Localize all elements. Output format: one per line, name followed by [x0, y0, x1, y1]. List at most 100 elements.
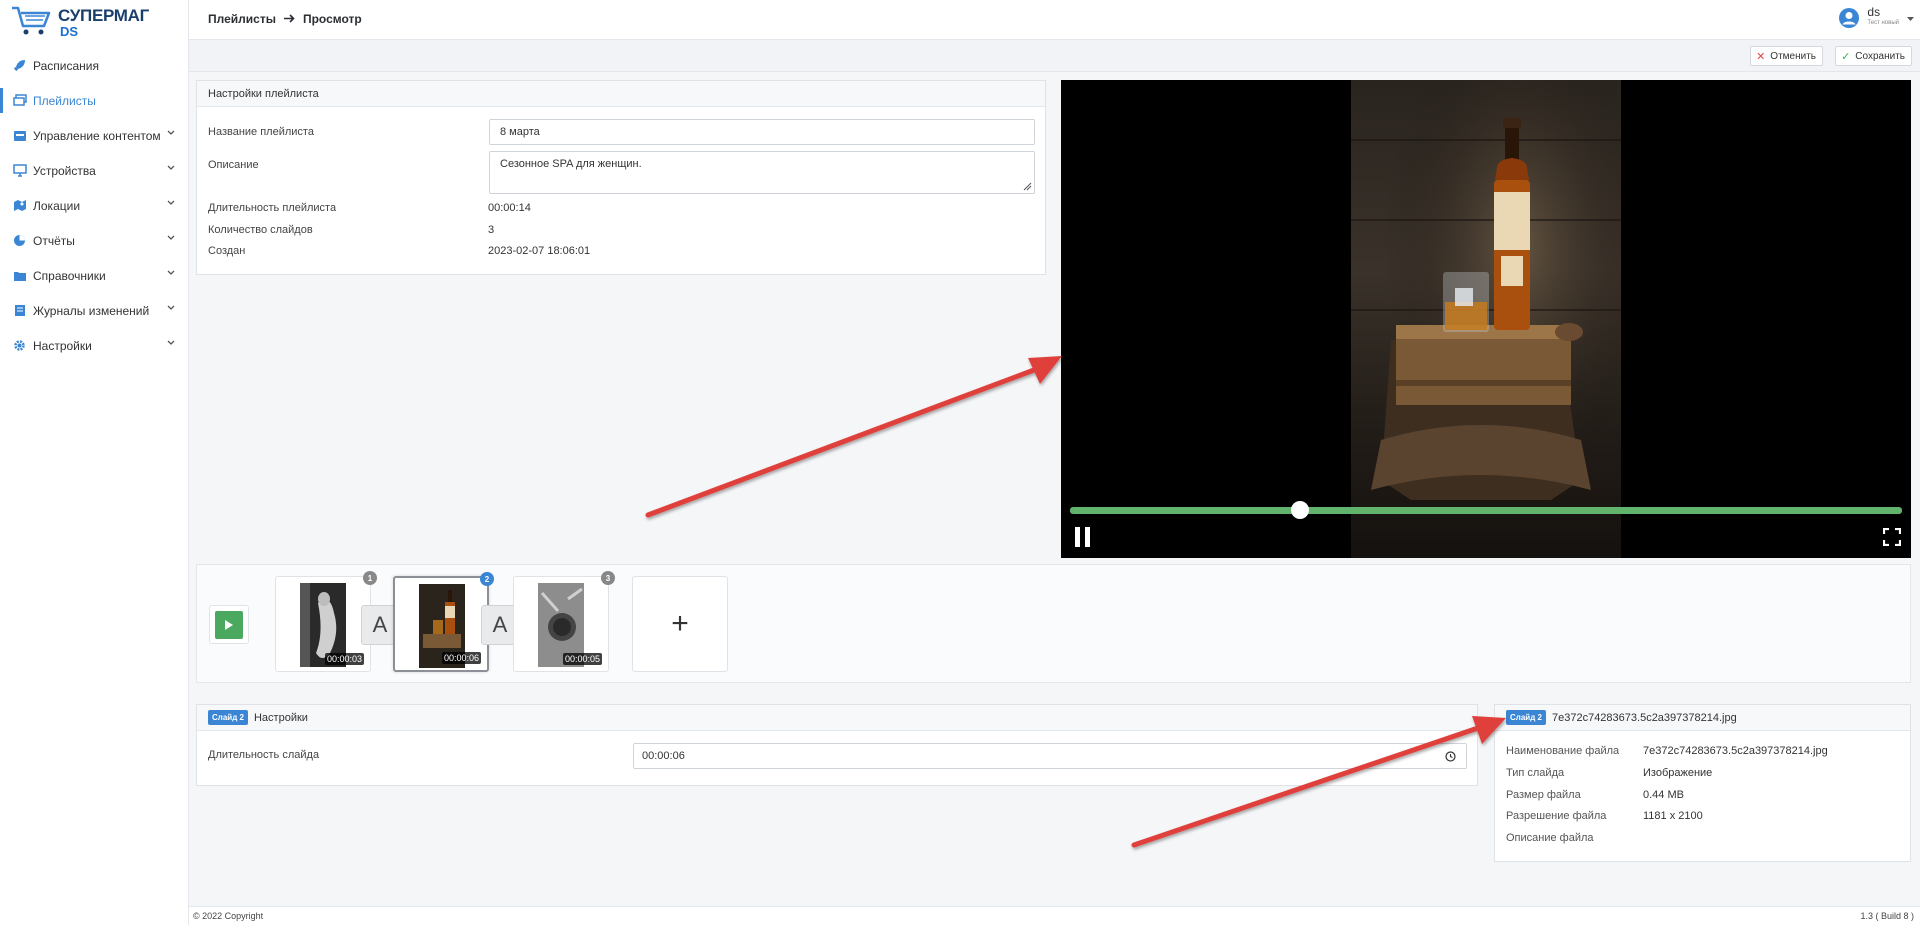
gear-icon: [12, 338, 27, 353]
playlist-settings-panel: Настройки плейлиста Название плейлиста 8…: [196, 80, 1046, 275]
created-value: 2023-02-07 18:06:01: [488, 245, 591, 257]
build-version: 1.3 ( Build 8 ): [1860, 911, 1914, 921]
clock-icon[interactable]: [1445, 751, 1456, 762]
sidebar-item-references[interactable]: Справочники: [0, 258, 189, 293]
sidebar-item-label: Устройства: [33, 163, 96, 178]
sidebar: СУПЕРМАГ DS Расписания Плейлисты Управле…: [0, 0, 189, 925]
slide-badge: Слайд 2: [1506, 710, 1546, 725]
description-label: Описание: [208, 159, 259, 171]
footer: © 2022 Copyright 1.3 ( Build 8 ): [189, 906, 1920, 925]
chevron-down-icon: [167, 165, 175, 170]
slide-duration: 00:00:05: [562, 653, 602, 665]
sidebar-item-changelogs[interactable]: Журналы изменений: [0, 293, 189, 328]
description-textarea[interactable]: Сезонное SPA для женщин.: [489, 151, 1035, 194]
sidebar-item-label: Локации: [33, 198, 81, 213]
sidebar-item-settings[interactable]: Настройки: [0, 328, 189, 363]
copyright: © 2022 Copyright: [193, 911, 264, 921]
add-slide-button[interactable]: +: [632, 576, 728, 672]
slide-duration: 00:00:06: [441, 652, 481, 664]
check-icon: ✓: [1841, 50, 1851, 63]
logo-subtitle: DS: [60, 24, 79, 39]
filename-value: 7e372c74283673.5c2a397378214.jpg: [1643, 745, 1828, 757]
slide-number-badge: 3: [601, 571, 615, 585]
play-button[interactable]: [209, 605, 249, 644]
arrow-right-icon: [283, 12, 295, 26]
close-icon: ✕: [1756, 50, 1766, 63]
progress-knob[interactable]: [1290, 501, 1309, 519]
sidebar-item-devices[interactable]: Устройства: [0, 153, 189, 188]
slide-type-label: Тип слайда: [1506, 767, 1565, 779]
sidebar-item-label: Отчёты: [33, 233, 75, 248]
slide-settings-title: Настройки: [253, 711, 308, 724]
resolution-value: 1181 x 2100: [1643, 810, 1703, 822]
sidebar-item-label: Управление контентом: [33, 128, 161, 143]
playlist-name-label: Название плейлиста: [208, 126, 314, 138]
breadcrumb-current: Просмотр: [302, 12, 362, 26]
user-menu[interactable]: ds Тест новый: [1838, 5, 1914, 35]
chevron-down-icon: [167, 305, 175, 310]
playlist-name-input[interactable]: 8 марта: [489, 119, 1035, 145]
user-role: Тест новый: [1867, 20, 1899, 26]
breadcrumb-playlists[interactable]: Плейлисты: [208, 12, 276, 26]
slides-strip: 00:00:03 1 A 00:00:06 2 A 00:00:05 3 +: [196, 564, 1911, 683]
slide-settings-header: Слайд 2 Настройки: [197, 705, 1477, 731]
file-info-header: Слайд 2 7e372c74283673.5c2a397378214.jpg: [1495, 705, 1910, 731]
resize-grip-icon[interactable]: [1022, 181, 1032, 191]
chevron-down-icon: [167, 270, 175, 275]
preview-image: [1351, 80, 1621, 558]
fullscreen-icon[interactable]: [1882, 527, 1902, 547]
chevron-down-icon: [167, 235, 175, 240]
sidebar-item-locations[interactable]: Локации: [0, 188, 189, 223]
slide-duration: 00:00:03: [324, 653, 364, 665]
map-icon: [12, 198, 27, 213]
sidebar-item-label: Журналы изменений: [33, 303, 150, 318]
slide-thumbnail-2[interactable]: 00:00:06 2: [393, 572, 494, 672]
user-name: ds: [1867, 5, 1881, 19]
resolution-label: Разрешение файла: [1506, 810, 1607, 822]
sidebar-item-playlists[interactable]: Плейлисты: [0, 83, 189, 118]
slide-thumbnail-3[interactable]: 00:00:05 3: [513, 571, 615, 672]
top-header: Плейлисты Просмотр ds Тест новый: [189, 0, 1920, 40]
progress-bar[interactable]: [1070, 507, 1902, 514]
save-button[interactable]: ✓ Сохранить: [1835, 46, 1912, 66]
monitor-icon: [12, 163, 27, 178]
slide-duration-value: 00:00:06: [642, 750, 685, 762]
slide-badge: Слайд 2: [208, 710, 248, 725]
panel-title: Настройки плейлиста: [197, 81, 1045, 107]
created-label: Создан: [208, 245, 246, 257]
cancel-button[interactable]: ✕ Отменить: [1750, 46, 1823, 66]
cancel-label: Отменить: [1770, 50, 1816, 62]
sidebar-item-label: Плейлисты: [33, 93, 96, 108]
slide-duration-input[interactable]: 00:00:06: [633, 743, 1467, 769]
breadcrumb: Плейлисты Просмотр: [208, 12, 362, 26]
description-text: Сезонное SPA для женщин.: [500, 158, 642, 170]
file-info-title: 7e372c74283673.5c2a397378214.jpg: [1551, 711, 1737, 724]
video-preview[interactable]: [1061, 80, 1911, 558]
save-label: Сохранить: [1855, 50, 1905, 62]
play-icon: [215, 610, 243, 639]
chevron-down-icon: [167, 130, 175, 135]
sidebar-item-schedules[interactable]: Расписания: [0, 48, 189, 83]
duration-label: Длительность плейлиста: [208, 202, 337, 214]
slide-count-label: Количество слайдов: [208, 224, 313, 236]
avatar: [1839, 8, 1860, 28]
cart-logo-icon: [12, 6, 51, 35]
sidebar-item-reports[interactable]: Отчёты: [0, 223, 189, 258]
sidebar-item-label: Настройки: [33, 338, 92, 353]
playlists-icon: [12, 93, 27, 108]
caret-down-icon: [1907, 17, 1914, 21]
sidebar-item-content[interactable]: Управление контентом: [0, 118, 189, 153]
folder-icon: [12, 268, 27, 283]
slide-count-value: 3: [488, 224, 495, 236]
file-info-panel: Слайд 2 7e372c74283673.5c2a397378214.jpg…: [1494, 704, 1911, 862]
logo-title: СУПЕРМАГ: [58, 6, 149, 25]
logo[interactable]: СУПЕРМАГ DS: [10, 4, 170, 40]
slide-settings-panel: Слайд 2 Настройки Длительность слайда 00…: [196, 704, 1478, 786]
pause-button[interactable]: [1075, 527, 1091, 547]
duration-value: 00:00:14: [488, 202, 531, 214]
slide-number-badge: 1: [363, 571, 377, 585]
sidebar-item-label: Расписания: [33, 58, 99, 73]
file-size-label: Размер файла: [1506, 789, 1581, 801]
slide-thumbnail-1[interactable]: 00:00:03 1: [275, 571, 377, 672]
book-icon: [12, 303, 27, 318]
